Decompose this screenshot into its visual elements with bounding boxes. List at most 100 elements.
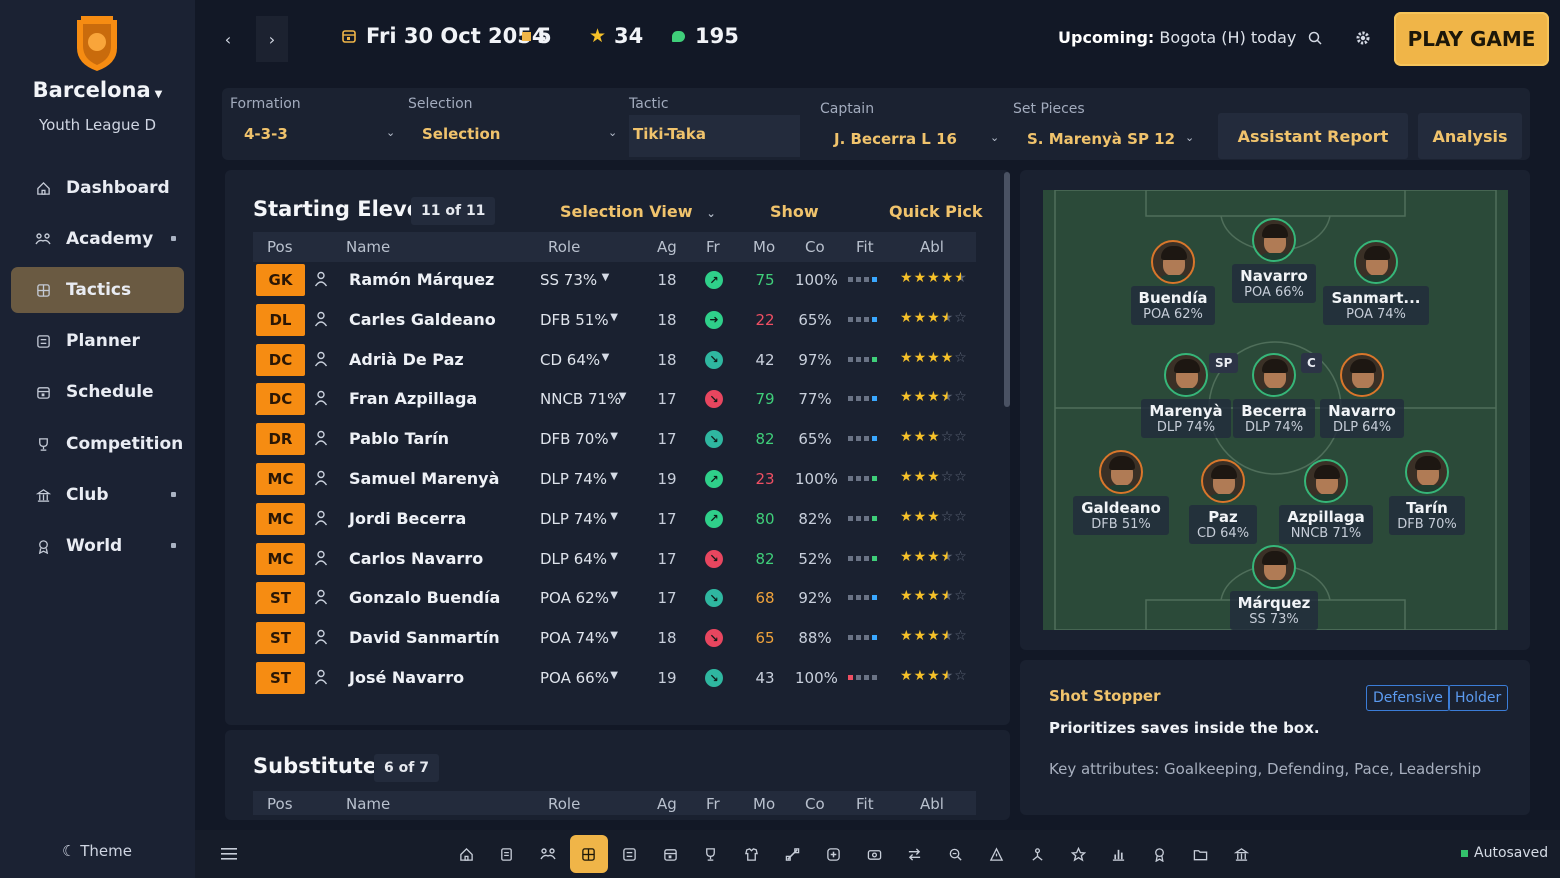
set-pieces-select[interactable]: Set Pieces S. Marenyà SP 12 ⌄ bbox=[1005, 88, 1205, 160]
player-role[interactable]: DFB 70% bbox=[540, 430, 609, 448]
player-role[interactable]: SS 73% bbox=[540, 271, 597, 289]
pitch-player[interactable]: Paz CD 64% bbox=[1168, 459, 1278, 544]
position-badge[interactable]: MC bbox=[256, 502, 305, 535]
table-row[interactable]: DL Carles Galdeano DFB 51% ▼ 18 ➜ 22 65%… bbox=[253, 301, 976, 341]
table-row[interactable]: MC Carlos Navarro DLP 64% ▼ 17 ↘ 82 52% … bbox=[253, 540, 976, 580]
caret-down-icon[interactable]: ▼ bbox=[602, 352, 610, 363]
pitch-player[interactable]: Navarro DLP 64% bbox=[1307, 353, 1417, 438]
player-role[interactable]: NNCB 71% bbox=[540, 390, 621, 408]
position-badge[interactable]: ST bbox=[256, 622, 305, 655]
search-icon[interactable] bbox=[1304, 27, 1326, 49]
position-badge[interactable]: ST bbox=[256, 662, 305, 694]
player-name[interactable]: Fran Azpillaga bbox=[349, 389, 477, 408]
table-row[interactable]: ST José Navarro POA 66% ▼ 19 ↘ 43 100% ★… bbox=[253, 659, 976, 699]
table-row[interactable]: DC Adrià De Paz CD 64% ▼ 18 ↘ 42 97% ★★★… bbox=[253, 341, 976, 381]
staff-icon[interactable] bbox=[986, 844, 1006, 864]
club-name-dropdown[interactable]: Barcelona ▼ bbox=[0, 78, 195, 102]
pitch-player[interactable]: Navarro POA 66% bbox=[1219, 218, 1329, 303]
table-row[interactable]: MC Jordi Becerra DLP 74% ▼ 17 ↗ 80 82% ★… bbox=[253, 500, 976, 540]
player-role[interactable]: POA 74% bbox=[540, 629, 609, 647]
star-icon[interactable] bbox=[1068, 844, 1088, 864]
tactic-select[interactable]: Tactic Tiki-Taka bbox=[621, 88, 801, 160]
stats-icon[interactable] bbox=[1109, 844, 1129, 864]
player-name[interactable]: Samuel Marenyà bbox=[349, 469, 499, 488]
selection-view-dropdown[interactable]: Selection View ⌄ bbox=[560, 202, 716, 221]
position-badge[interactable]: DL bbox=[256, 303, 305, 336]
player-name[interactable]: José Navarro bbox=[349, 668, 464, 687]
caret-down-icon[interactable]: ▼ bbox=[610, 471, 618, 482]
caret-down-icon[interactable]: ▼ bbox=[610, 630, 618, 641]
caret-down-icon[interactable]: ▼ bbox=[610, 590, 618, 601]
position-badge[interactable]: GK bbox=[256, 264, 305, 296]
player-name[interactable]: Ramón Márquez bbox=[349, 270, 494, 289]
pitch-player[interactable]: Galdeano DFB 51% bbox=[1066, 450, 1176, 535]
home-icon[interactable] bbox=[456, 844, 476, 864]
position-badge[interactable]: MC bbox=[256, 463, 305, 495]
forward-arrow-icon[interactable]: › bbox=[256, 16, 288, 62]
caret-down-icon[interactable]: ▼ bbox=[610, 312, 618, 323]
pitch-player[interactable]: Márquez SS 73% bbox=[1219, 545, 1329, 630]
upcoming-match[interactable]: Upcoming: Bogota (H) today bbox=[1058, 28, 1296, 47]
sidebar-item-planner[interactable]: Planner bbox=[11, 318, 184, 364]
table-row[interactable]: ST David Sanmartín POA 74% ▼ 18 ↘ 65 88%… bbox=[253, 619, 976, 659]
position-badge[interactable]: DC bbox=[256, 383, 305, 416]
player-role[interactable]: DLP 74% bbox=[540, 510, 607, 528]
gear-icon[interactable] bbox=[1352, 27, 1374, 49]
caret-down-icon[interactable]: ▼ bbox=[619, 391, 627, 402]
table-row[interactable]: GK Ramón Márquez SS 73% ▼ 18 ↗ 75 100% ★… bbox=[253, 261, 976, 301]
back-arrow-icon[interactable]: ‹ bbox=[212, 16, 244, 62]
caret-down-icon[interactable]: ▼ bbox=[610, 670, 618, 681]
finance-icon[interactable] bbox=[864, 844, 884, 864]
theme-toggle[interactable]: ☾ Theme bbox=[62, 842, 132, 860]
pitch-player[interactable]: Buendía POA 62% bbox=[1118, 240, 1228, 325]
calendar-icon[interactable] bbox=[660, 844, 680, 864]
sidebar-item-tactics[interactable]: Tactics bbox=[11, 267, 184, 313]
player-role[interactable]: CD 64% bbox=[540, 351, 600, 369]
academy-icon[interactable] bbox=[538, 844, 558, 864]
pitch-player[interactable]: Azpillaga NNCB 71% bbox=[1271, 459, 1381, 544]
pitch-player[interactable]: Tarín DFB 70% bbox=[1372, 450, 1482, 535]
training-icon[interactable] bbox=[782, 844, 802, 864]
caret-down-icon[interactable]: ▼ bbox=[610, 431, 618, 442]
medical-icon[interactable] bbox=[823, 844, 843, 864]
player-name[interactable]: Pablo Tarín bbox=[349, 429, 449, 448]
sidebar-item-club[interactable]: Club bbox=[11, 472, 184, 518]
sidebar-item-competition[interactable]: Competition bbox=[11, 421, 184, 467]
transfer-icon[interactable] bbox=[905, 844, 925, 864]
player-name[interactable]: Adrià De Paz bbox=[349, 350, 464, 369]
show-button[interactable]: Show bbox=[770, 202, 819, 221]
caret-down-icon[interactable]: ▼ bbox=[610, 551, 618, 562]
player-role[interactable]: DLP 74% bbox=[540, 470, 607, 488]
youth-icon[interactable] bbox=[1027, 844, 1047, 864]
captain-select[interactable]: Captain J. Becerra L 16 ⌄ bbox=[812, 88, 1007, 160]
player-name[interactable]: Carles Galdeano bbox=[349, 310, 496, 329]
folder-icon[interactable] bbox=[1190, 844, 1210, 864]
quick-pick-button[interactable]: Quick Pick bbox=[889, 202, 983, 221]
formation-select[interactable]: Formation 4-3-3 ⌄ bbox=[222, 88, 400, 160]
position-badge[interactable]: DR bbox=[256, 423, 305, 456]
sidebar-item-schedule[interactable]: Schedule bbox=[11, 369, 184, 415]
player-role[interactable]: POA 66% bbox=[540, 669, 609, 687]
scrollbar[interactable] bbox=[1004, 172, 1010, 407]
planner-icon[interactable] bbox=[619, 844, 639, 864]
play-game-button[interactable]: PLAY GAME bbox=[1394, 12, 1549, 66]
sidebar-item-dashboard[interactable]: Dashboard bbox=[11, 165, 184, 211]
position-badge[interactable]: MC bbox=[256, 542, 305, 575]
kit-icon[interactable] bbox=[742, 844, 762, 864]
player-name[interactable]: Jordi Becerra bbox=[349, 509, 466, 528]
document-icon[interactable] bbox=[497, 844, 517, 864]
analysis-button[interactable]: Analysis bbox=[1418, 113, 1522, 159]
player-name[interactable]: David Sanmartín bbox=[349, 628, 500, 647]
club-icon[interactable] bbox=[1231, 844, 1251, 864]
tactics-icon[interactable] bbox=[578, 844, 598, 864]
position-badge[interactable]: DC bbox=[256, 343, 305, 376]
table-row[interactable]: ST Gonzalo Buendía POA 62% ▼ 17 ↘ 68 92%… bbox=[253, 579, 976, 619]
player-role[interactable]: POA 62% bbox=[540, 589, 609, 607]
table-row[interactable]: MC Samuel Marenyà DLP 74% ▼ 19 ↗ 23 100%… bbox=[253, 460, 976, 500]
scout-icon[interactable] bbox=[946, 844, 966, 864]
assistant-report-button[interactable]: Assistant Report bbox=[1218, 113, 1408, 159]
sidebar-item-world[interactable]: World bbox=[11, 523, 184, 569]
position-badge[interactable]: ST bbox=[256, 582, 305, 615]
player-name[interactable]: Gonzalo Buendía bbox=[349, 588, 500, 607]
pitch-player[interactable]: Sanmart... POA 74% bbox=[1321, 240, 1431, 325]
